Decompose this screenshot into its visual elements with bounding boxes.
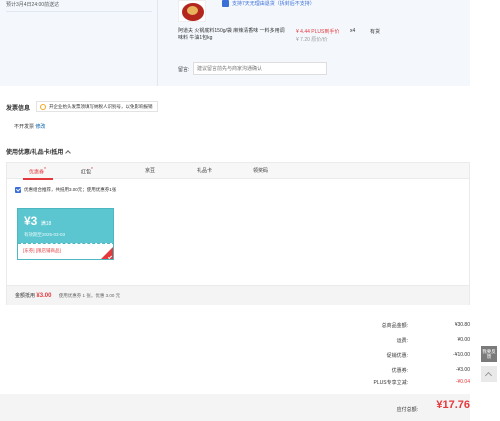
summary-value: -¥0.04: [455, 379, 470, 385]
summary-label: 促销优惠:: [386, 353, 408, 359]
tab-gift-card[interactable]: 礼品卡: [197, 167, 212, 174]
summary-value: ¥0.00: [457, 337, 470, 343]
coupon-expiry: 有效期至2025-03-03: [24, 232, 66, 237]
summary-value: ¥30.80: [454, 322, 470, 328]
invoice-type-text: 不开发票: [14, 124, 35, 130]
return-policy-badge: 支持7天无理由退货（拆封后不支持）: [222, 0, 315, 7]
coupon-footer-note: 使用优惠券 1 张，优惠 3.00 元: [58, 293, 121, 298]
tab-red-packet[interactable]: 红包*: [81, 167, 93, 176]
summary-value: -¥3.00: [455, 367, 470, 373]
info-icon: [40, 103, 46, 110]
return-policy-text: 支持7天无理由退货（拆封后不支持）: [232, 1, 315, 7]
recommend-checkbox[interactable]: [15, 187, 21, 193]
coupon-amount: ¥3 满18: [24, 214, 52, 228]
coupon-panel: 优惠券* 红包* 京豆 礼品卡 领奖码 优惠组合推荐，共抵用3.00元；使用优惠…: [6, 162, 470, 305]
return-policy-icon: [222, 0, 229, 7]
tab-redeem-code[interactable]: 领奖码: [253, 167, 268, 174]
coupon-footer-amount: ¥3.00: [36, 293, 52, 299]
product-original-price: ¥ 7.20 原价/价: [296, 37, 328, 43]
coupon-footer: 金额抵用 ¥3.00 使用优惠券 1 张，优惠 3.00 元: [7, 285, 469, 305]
feedback-button[interactable]: 我要反馈: [481, 346, 497, 362]
coupon-condition: 满18: [40, 221, 52, 227]
stock-status: 有货: [370, 29, 381, 35]
divider: [6, 11, 152, 12]
product-quantity: x4: [350, 28, 356, 34]
delivery-note: 预计3月4日24:00前送达: [6, 2, 60, 8]
chevron-up-icon: [484, 371, 493, 380]
invoice-type: 不开发票 修改: [14, 123, 45, 130]
chevron-up-icon: [65, 150, 72, 156]
coupon-card[interactable]: ¥3 满18 有效期至2025-03-03 [东券] [限店铺商品]: [17, 208, 114, 260]
coupon-card-bottom: [东券] [限店铺商品]: [18, 243, 113, 259]
product-title[interactable]: 阿道夫 火锅底料150g/袋 麻辣清香味 一料多用调味料 牛油1包kg: [178, 28, 288, 42]
delivery-info: 预计3月4日24:00前送达: [6, 0, 158, 86]
remark-label: 留言:: [178, 67, 190, 73]
product-price: ¥ 4.44 PLUS到手价: [296, 29, 340, 35]
product-image[interactable]: [178, 0, 206, 22]
summary-label: PLUS专享立减:: [373, 380, 408, 386]
coupon-section-title: 使用优惠/礼品卡/抵用: [6, 150, 64, 156]
invoice-tip-text: 开企业抬头发票须填写纳税人识别号，以免影响报销: [49, 103, 153, 109]
remark-input[interactable]: [193, 62, 327, 75]
summary-value: -¥10.00: [453, 352, 470, 358]
pay-amount: ¥17.76: [436, 399, 470, 411]
summary-label: 运费:: [396, 338, 408, 344]
active-tab-indicator: [23, 178, 53, 180]
coupon-tag: [东券] [限店铺商品]: [23, 248, 61, 253]
order-section: 预计3月4日24:00前送达 支持7天无理由退货（拆封后不支持） 阿道夫 火锅底…: [0, 0, 470, 86]
coupon-tabs: 优惠券* 红包* 京豆 礼品卡 领奖码: [7, 163, 469, 180]
recommend-text: 优惠组合推荐，共抵用3.00元；使用优惠券1张: [24, 187, 117, 192]
invoice-modify-link[interactable]: 修改: [35, 124, 45, 130]
coupon-footer-text: 金额抵用 ¥3.00 使用优惠券 1 张，优惠 3.00 元: [15, 293, 121, 299]
invoice-title: 发票信息: [6, 106, 31, 112]
tab-coupons[interactable]: 优惠券*: [29, 167, 46, 176]
invoice-tip: 开企业抬头发票须填写纳税人识别号，以免影响报销: [36, 101, 158, 112]
back-to-top-button[interactable]: [481, 366, 497, 382]
summary-label: 优惠券:: [391, 368, 408, 374]
coupon-recommend-option[interactable]: 优惠组合推荐，共抵用3.00元；使用优惠券1张: [15, 187, 116, 193]
pay-label: 应付总额:: [396, 407, 418, 413]
coupon-section-toggle[interactable]: 使用优惠/礼品卡/抵用: [6, 147, 72, 156]
tab-jingdou[interactable]: 京豆: [145, 167, 155, 174]
summary-label: 总商品金额:: [381, 323, 408, 329]
payment-bar: 应付总额: ¥17.76: [0, 394, 470, 421]
